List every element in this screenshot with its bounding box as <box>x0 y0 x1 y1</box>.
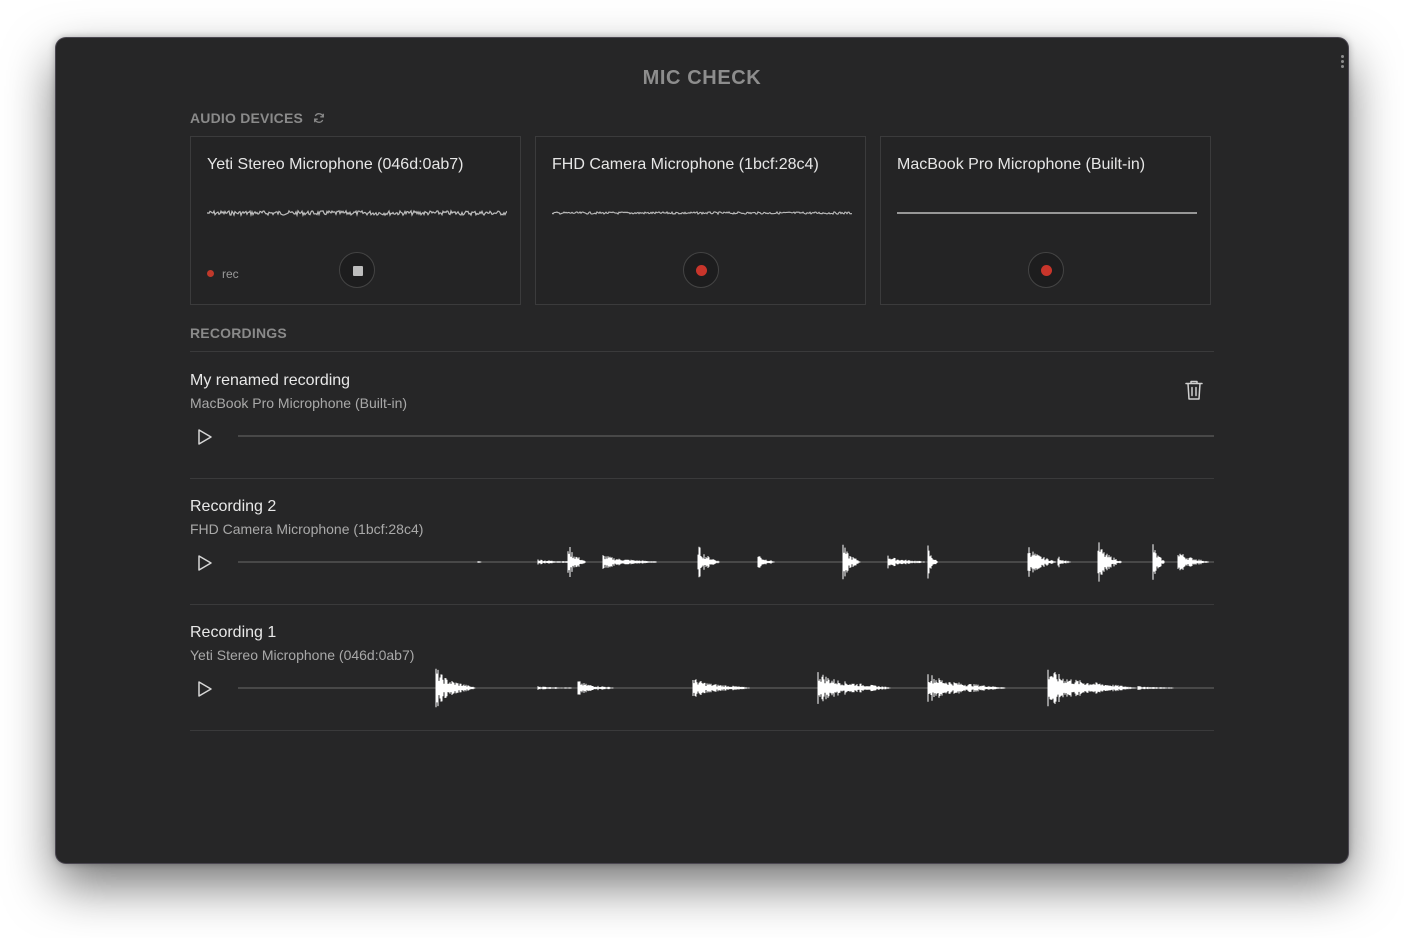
recording-title[interactable]: My renamed recording <box>190 372 350 390</box>
device-name: MacBook Pro Microphone (Built-in) <box>897 156 1146 173</box>
recording-device: FHD Camera Microphone (1bcf:28c4) <box>190 521 424 537</box>
recording-title[interactable]: Recording 1 <box>190 624 276 642</box>
device-card-macbook: MacBook Pro Microphone (Built-in) <box>880 136 1211 305</box>
app-window: MIC CHECK AUDIO DEVICES Yeti Stereo Micr… <box>56 38 1348 863</box>
recording-waveform[interactable] <box>238 411 1214 461</box>
audio-devices-heading: AUDIO DEVICES <box>190 110 325 126</box>
refresh-icon[interactable] <box>313 112 325 124</box>
record-button[interactable] <box>683 252 719 288</box>
input-level-meter <box>897 212 1197 214</box>
device-card-fhd-camera: FHD Camera Microphone (1bcf:28c4) <box>535 136 866 305</box>
recording-waveform[interactable] <box>238 663 1214 713</box>
record-icon <box>696 265 707 276</box>
recording-device: MacBook Pro Microphone (Built-in) <box>190 395 408 411</box>
record-icon <box>1041 265 1052 276</box>
recording-dot-icon <box>207 270 214 277</box>
divider <box>190 351 1214 352</box>
input-level-meter <box>552 210 852 216</box>
record-button[interactable] <box>1028 252 1064 288</box>
play-icon[interactable] <box>196 680 214 698</box>
play-icon[interactable] <box>196 428 214 446</box>
recording-waveform[interactable] <box>238 537 1214 587</box>
divider <box>190 730 1214 731</box>
recording-device: Yeti Stereo Microphone (046d:0ab7) <box>190 647 415 663</box>
device-name: Yeti Stereo Microphone (046d:0ab7) <box>207 156 464 173</box>
recording-indicator: rec <box>207 267 239 281</box>
audio-devices-label: AUDIO DEVICES <box>190 110 304 126</box>
device-card-yeti: Yeti Stereo Microphone (046d:0ab7) rec <box>190 136 521 305</box>
stop-icon <box>353 266 363 276</box>
recording-title[interactable]: Recording 2 <box>190 498 276 516</box>
input-level-meter <box>207 209 507 218</box>
device-name: FHD Camera Microphone (1bcf:28c4) <box>552 156 819 173</box>
divider <box>190 478 1214 479</box>
divider <box>190 604 1214 605</box>
stop-button[interactable] <box>339 252 375 288</box>
recordings-label: RECORDINGS <box>190 325 287 341</box>
page-title: MIC CHECK <box>642 67 762 89</box>
play-icon[interactable] <box>196 554 214 572</box>
trash-icon[interactable] <box>1184 379 1204 401</box>
rec-label: rec <box>222 267 239 281</box>
